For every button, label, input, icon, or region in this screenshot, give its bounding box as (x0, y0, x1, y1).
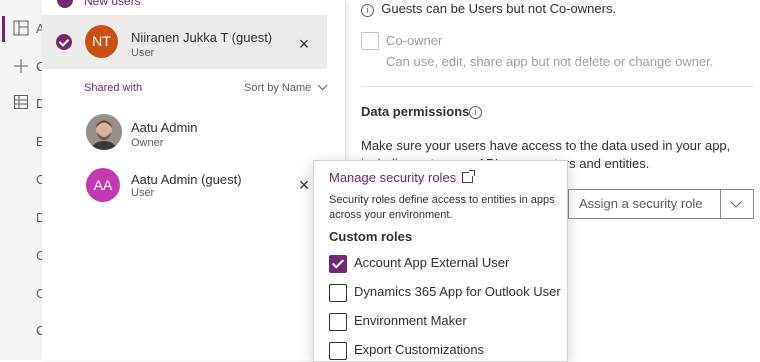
info-icon: i (361, 4, 374, 17)
security-roles-callout: Manage security roles Security roles def… (313, 160, 568, 362)
selected-user-row[interactable]: NT Niiranen Jukka T (guest) User × (42, 15, 327, 69)
role-checkbox[interactable] (329, 284, 347, 302)
callout-description: Security roles define access to entities… (329, 194, 555, 221)
coowner-label: Co-owner (386, 33, 443, 48)
new-users-check-icon (57, 0, 73, 8)
role-label: Dynamics 365 App for Outlook User (354, 284, 561, 299)
role-label: Account App External User (354, 255, 510, 270)
user-role: Owner (131, 137, 164, 149)
coowner-description: Can use, edit, share app but not delete … (386, 54, 714, 69)
avatar: NT (85, 25, 118, 58)
role-label: Export Customizations (354, 342, 485, 357)
security-role-placeholder: Assign a security role (579, 196, 703, 211)
new-users-label: New users (84, 0, 141, 8)
selected-check-icon (56, 34, 72, 50)
user-name: Aatu Admin (guest) (131, 172, 242, 187)
guest-note-text: Guests can be Users but not Co-owners. (381, 1, 617, 16)
avatar (86, 114, 122, 150)
manage-security-roles-link[interactable]: Manage security roles (329, 170, 476, 185)
user-name: Aatu Admin (131, 120, 198, 135)
table-icon[interactable] (12, 95, 30, 113)
data-permissions-title: Data permissions (361, 104, 470, 119)
security-role-select[interactable]: Assign a security role (568, 189, 754, 219)
role-label: Environment Maker (354, 313, 467, 328)
role-checkbox[interactable] (329, 255, 347, 273)
shared-with-label: Shared with (84, 82, 143, 94)
info-icon[interactable]: i (469, 106, 482, 119)
remove-user-close-icon[interactable]: × (296, 176, 312, 194)
custom-roles-heading: Custom roles (329, 229, 413, 244)
add-icon[interactable] (12, 58, 30, 76)
chevron-down-icon[interactable] (720, 190, 753, 218)
divider (361, 86, 753, 87)
sort-dropdown[interactable]: Sort by Name (244, 80, 328, 94)
apps-icon[interactable] (12, 20, 30, 38)
active-indicator (2, 16, 5, 42)
app-nav: A C D E C D C C C (0, 0, 45, 360)
avatar: AA (86, 168, 120, 202)
manage-security-roles-label: Manage security roles (329, 170, 457, 185)
role-checkbox[interactable] (329, 342, 347, 360)
sort-label: Sort by Name (244, 82, 312, 94)
chevron-down-icon (317, 80, 328, 91)
external-link-icon (462, 170, 476, 183)
user-role: User (131, 47, 155, 59)
guest-note: i Guests can be Users but not Co-owners. (361, 1, 616, 17)
user-role: User (131, 187, 155, 199)
share-panel: New users NT Niiranen Jukka T (guest) Us… (42, 0, 346, 360)
coowner-checkbox[interactable] (361, 32, 379, 50)
user-name: Niiranen Jukka T (guest) (131, 30, 273, 45)
remove-user-close-icon[interactable]: × (296, 35, 312, 53)
role-checkbox[interactable] (329, 313, 347, 331)
